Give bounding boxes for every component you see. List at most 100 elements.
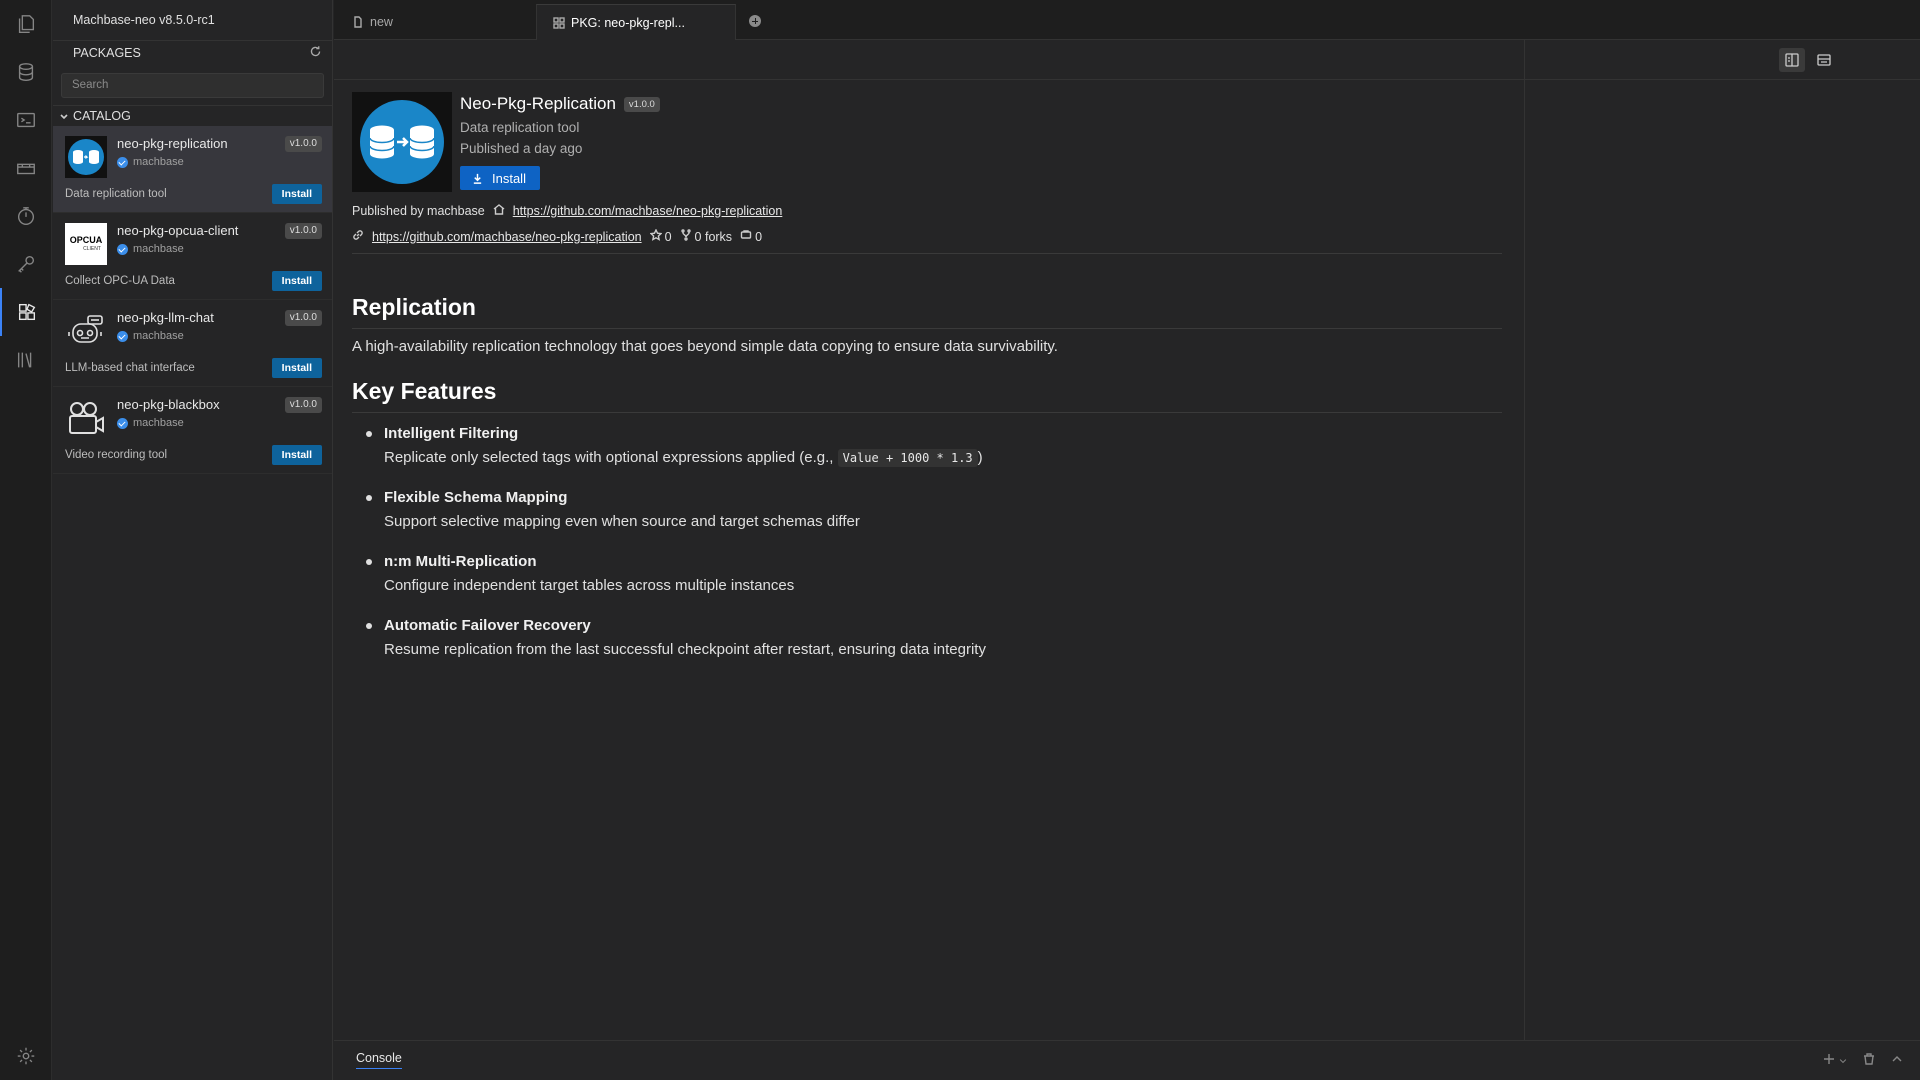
- install-button[interactable]: Install: [460, 166, 540, 190]
- tab-package-detail[interactable]: PKG: neo-pkg-repl...: [536, 4, 736, 40]
- chevron-up-icon[interactable]: [1890, 1052, 1904, 1071]
- feature-text: Configure independent target tables acro…: [384, 577, 795, 594]
- packages-icon[interactable]: [0, 288, 52, 336]
- package-item-replication[interactable]: neo-pkg-replication machbase v1.0.0 Data…: [53, 126, 332, 213]
- package-publisher: machbase: [117, 330, 184, 342]
- link-icon: [352, 229, 364, 244]
- feature-text: Support selective mapping even when sour…: [384, 513, 860, 530]
- package-tab-icon: [553, 16, 565, 29]
- database-icon[interactable]: [0, 48, 52, 96]
- package-description: Data replication tool: [460, 120, 580, 135]
- feature-title: Automatic Failover Recovery: [384, 617, 591, 634]
- file-icon: [354, 16, 362, 28]
- trash-icon[interactable]: [1862, 1052, 1876, 1071]
- layout-icon[interactable]: [1811, 48, 1837, 72]
- refresh-icon[interactable]: [309, 45, 322, 61]
- clock-icon[interactable]: [0, 192, 52, 240]
- tab-new[interactable]: new: [352, 4, 393, 40]
- feature-code: Value + 1000 * 1.3: [837, 449, 978, 467]
- package-description: LLM-based chat interface: [65, 362, 195, 374]
- opcua-logo: OPCUA CLIENT: [65, 223, 107, 265]
- editor-tab-bar: new PKG: neo-pkg-repl...: [334, 0, 1920, 40]
- version-badge: v1.0.0: [284, 397, 322, 413]
- install-button[interactable]: Install: [271, 358, 322, 378]
- published-by: Published by machbase: [352, 203, 485, 218]
- package-detail-panel: Neo-Pkg-Replication v1.0.0 Data replicat…: [334, 40, 1524, 1040]
- feature-text: Resume replication from the last success…: [384, 641, 986, 658]
- install-button[interactable]: Install: [271, 445, 322, 465]
- tab-console[interactable]: Console: [356, 1051, 402, 1069]
- search-box: [61, 73, 324, 98]
- chevron-down-icon[interactable]: [1838, 1053, 1848, 1071]
- package-title-row: Neo-Pkg-Replication v1.0.0: [460, 94, 660, 114]
- package-title: Neo-Pkg-Replication: [460, 94, 616, 113]
- package-item-opcua-client[interactable]: OPCUA CLIENT neo-pkg-opcua-client machba…: [53, 213, 332, 300]
- homepage-link[interactable]: https://github.com/machbase/neo-pkg-repl…: [513, 204, 783, 218]
- feature-item: Flexible Schema Mapping Support selectiv…: [352, 486, 1502, 534]
- readme-intro: A high-availability replication technolo…: [352, 338, 1502, 355]
- install-button[interactable]: Install: [271, 271, 322, 291]
- settings-gear-icon[interactable]: [0, 1032, 52, 1080]
- chevron-down-icon: [59, 111, 69, 121]
- fork-icon: [680, 229, 692, 244]
- chatbot-logo: [65, 310, 107, 352]
- readme-intro-text: A high-availability replication technolo…: [352, 338, 1058, 355]
- key-icon[interactable]: [0, 240, 52, 288]
- packages-header: PACKAGES: [53, 42, 332, 64]
- forks-count: 0 forks: [694, 229, 733, 244]
- package-item-blackbox[interactable]: neo-pkg-blackbox machbase v1.0.0 Video r…: [53, 387, 332, 474]
- package-hero-logo: [352, 92, 452, 192]
- issues-icon: [740, 229, 752, 244]
- key-features-heading: Key Features: [352, 378, 1502, 413]
- package-description: Collect OPC-UA Data: [65, 275, 175, 287]
- package-description: Data replication tool: [65, 188, 167, 200]
- preview-toolbar: [1525, 40, 1920, 80]
- app-window: Machbase-neo v8.5.0-rc1 PACKAGES CATALOG: [0, 0, 1920, 1080]
- app-title: Machbase-neo v8.5.0-rc1: [53, 0, 332, 41]
- timer-icon[interactable]: [0, 144, 52, 192]
- package-publisher: machbase: [117, 156, 184, 168]
- svg-text:OPCUA: OPCUA: [70, 235, 103, 245]
- package-name: neo-pkg-llm-chat: [117, 310, 214, 325]
- feature-item: Intelligent Filtering Replicate only sel…: [352, 422, 1502, 470]
- feature-title: n:m Multi-Replication: [384, 553, 537, 570]
- feature-item: Automatic Failover Recovery Resume repli…: [352, 614, 1502, 662]
- add-tab-icon[interactable]: [749, 15, 761, 27]
- features-list: Intelligent Filtering Replicate only sel…: [352, 422, 1502, 678]
- svg-text:CLIENT: CLIENT: [83, 246, 101, 252]
- feature-item: n:m Multi-Replication Configure independ…: [352, 550, 1502, 598]
- stars-count: 0: [664, 229, 672, 244]
- home-icon: [493, 203, 505, 218]
- readme-heading-2: Key Features: [352, 378, 1502, 413]
- package-publisher: machbase: [117, 243, 184, 255]
- download-icon: [473, 173, 482, 184]
- package-item-llm-chat[interactable]: neo-pkg-llm-chat machbase v1.0.0 LLM-bas…: [53, 300, 332, 387]
- packages-sidebar: Machbase-neo v8.5.0-rc1 PACKAGES CATALOG: [53, 0, 333, 1080]
- explorer-icon[interactable]: [0, 0, 52, 48]
- feature-title: Flexible Schema Mapping: [384, 489, 568, 506]
- feature-text: Replicate only selected tags with option…: [384, 449, 838, 466]
- issues-count: 0: [755, 229, 763, 244]
- readme-heading-1: Replication: [352, 294, 1502, 329]
- search-input[interactable]: [72, 79, 323, 91]
- repository-link[interactable]: https://github.com/machbase/neo-pkg-repl…: [372, 230, 642, 244]
- terminal-icon[interactable]: [0, 96, 52, 144]
- detail-toolbar: [334, 40, 1524, 80]
- add-icon[interactable]: [1822, 1052, 1836, 1071]
- package-name: neo-pkg-opcua-client: [117, 223, 239, 238]
- star-icon: [648, 228, 663, 244]
- library-icon[interactable]: [0, 336, 52, 384]
- catalog-section-header[interactable]: CATALOG: [53, 105, 332, 126]
- package-description: Video recording tool: [65, 449, 168, 461]
- repo-row: https://github.com/machbase/neo-pkg-repl…: [352, 228, 763, 244]
- package-name: neo-pkg-replication: [117, 136, 228, 151]
- version-badge: v1.0.0: [284, 310, 322, 326]
- verified-icon: [117, 156, 128, 168]
- feature-title: Intelligent Filtering: [384, 425, 519, 442]
- verified-icon: [117, 417, 128, 429]
- replication-logo: [65, 136, 107, 178]
- package-publisher: machbase: [117, 417, 184, 429]
- split-view-icon[interactable]: [1779, 48, 1805, 72]
- version-badge: v1.0.0: [623, 96, 660, 112]
- install-button[interactable]: Install: [271, 184, 322, 204]
